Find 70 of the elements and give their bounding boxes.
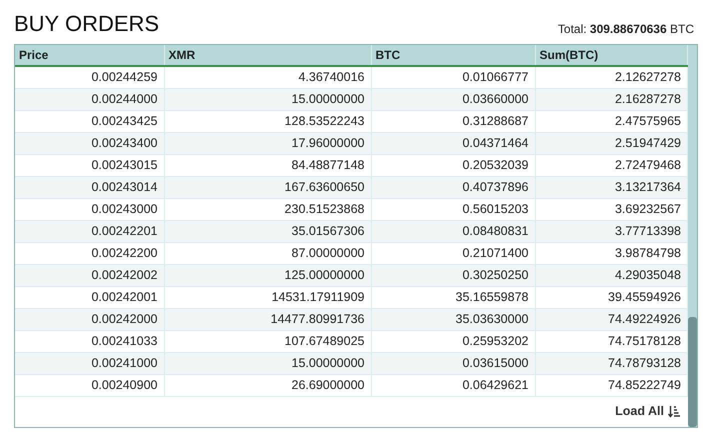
table-cell: 3.98784798 xyxy=(535,242,688,264)
table-cell: 74.85222749 xyxy=(535,374,688,396)
table-cell: 0.00243015 xyxy=(15,154,164,176)
table-cell: 0.20532039 xyxy=(371,154,535,176)
table-cell: 0.00242001 xyxy=(15,286,164,308)
table-cell: 74.49224926 xyxy=(535,308,688,330)
table-cell: 15.00000000 xyxy=(164,352,371,374)
table-cell: 0.25953202 xyxy=(371,330,535,352)
load-all-button[interactable]: Load All xyxy=(615,402,680,422)
table-cell: 4.36740016 xyxy=(164,66,371,88)
table-cell: 0.00240900 xyxy=(15,374,164,396)
table-cell: 35.01567306 xyxy=(164,220,371,242)
table-cell: 0.31288687 xyxy=(371,110,535,132)
table-cell: 0.01066777 xyxy=(371,66,535,88)
table-cell: 0.03615000 xyxy=(371,352,535,374)
table-cell: 3.13217364 xyxy=(535,176,688,198)
table-cell: 0.00243400 xyxy=(15,132,164,154)
table-cell: 0.04371464 xyxy=(371,132,535,154)
table-cell: 0.40737896 xyxy=(371,176,535,198)
table-cell: 0.00242000 xyxy=(15,308,164,330)
total-amount: Total: 309.88670636 BTC xyxy=(558,21,694,38)
table-cell: 3.77713398 xyxy=(535,220,688,242)
column-header[interactable]: Sum(BTC) xyxy=(535,45,688,66)
table-cell: 17.96000000 xyxy=(164,132,371,154)
table-cell: 39.45594926 xyxy=(535,286,688,308)
table-cell: 2.51947429 xyxy=(535,132,688,154)
table-cell: 128.53522243 xyxy=(164,110,371,132)
table-cell: 84.48877148 xyxy=(164,154,371,176)
table-cell: 2.12627278 xyxy=(535,66,688,88)
table-cell: 87.00000000 xyxy=(164,242,371,264)
column-header[interactable]: XMR xyxy=(164,45,371,66)
table-cell: 0.00243014 xyxy=(15,176,164,198)
table-cell: 2.47575965 xyxy=(535,110,688,132)
table-cell: 0.30250250 xyxy=(371,264,535,286)
table-cell: 125.00000000 xyxy=(164,264,371,286)
table-cell: 3.69232567 xyxy=(535,198,688,220)
table-cell: 14477.80991736 xyxy=(164,308,371,330)
table-cell: 2.72479468 xyxy=(535,154,688,176)
table-cell: 107.67489025 xyxy=(164,330,371,352)
table-cell: 0.08480831 xyxy=(371,220,535,242)
column-header[interactable]: Price xyxy=(15,45,164,66)
scrollbar[interactable] xyxy=(688,45,697,427)
table-cell: 0.03660000 xyxy=(371,88,535,110)
table-cell: 0.00243000 xyxy=(15,198,164,220)
table-cell: 0.56015203 xyxy=(371,198,535,220)
table-cell: 230.51523868 xyxy=(164,198,371,220)
sort-icon xyxy=(668,405,680,418)
table-cell: 0.00244259 xyxy=(15,66,164,88)
table-cell: 0.00242200 xyxy=(15,242,164,264)
table-cell: 0.00241000 xyxy=(15,352,164,374)
table-cell: 35.03630000 xyxy=(371,308,535,330)
scrollbar-thumb[interactable] xyxy=(688,317,697,427)
table-cell: 4.29035048 xyxy=(535,264,688,286)
table-cell: 0.21071400 xyxy=(371,242,535,264)
panel-title: BUY ORDERS xyxy=(14,10,160,38)
table-cell: 0.00242002 xyxy=(15,264,164,286)
table-cell: 15.00000000 xyxy=(164,88,371,110)
table-cell: 74.75178128 xyxy=(535,330,688,352)
table-cell: 0.06429621 xyxy=(371,374,535,396)
table-cell: 2.16287278 xyxy=(535,88,688,110)
table-cell: 35.16559878 xyxy=(371,286,535,308)
table-cell: 0.00244000 xyxy=(15,88,164,110)
table-cell: 26.69000000 xyxy=(164,374,371,396)
table-cell: 0.00242201 xyxy=(15,220,164,242)
table-cell: 167.63600650 xyxy=(164,176,371,198)
table-cell: 74.78793128 xyxy=(535,352,688,374)
table-cell: 0.00241033 xyxy=(15,330,164,352)
table-cell: 14531.17911909 xyxy=(164,286,371,308)
table-cell: 0.00243425 xyxy=(15,110,164,132)
column-header[interactable]: BTC xyxy=(371,45,535,66)
